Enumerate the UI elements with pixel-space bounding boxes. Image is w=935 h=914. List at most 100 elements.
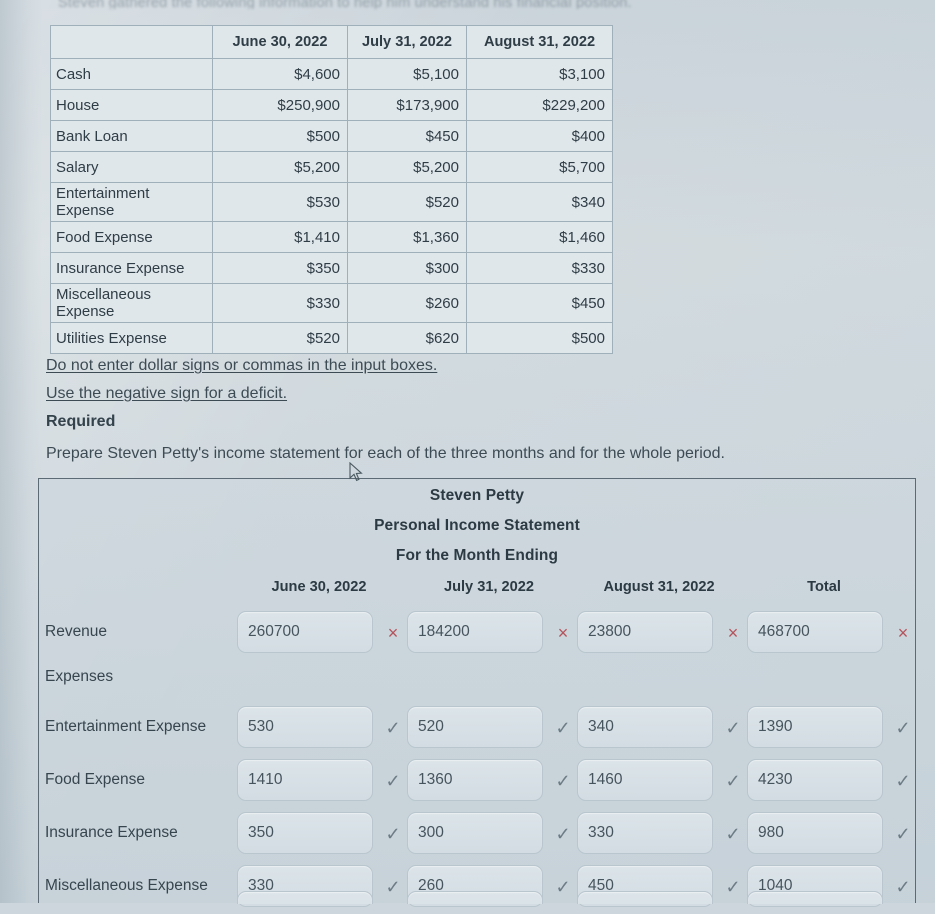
- row-amount: $330: [466, 252, 613, 284]
- correct-icon: ✓: [895, 771, 911, 791]
- row-amount: $4,600: [212, 58, 348, 90]
- row-amount: $450: [466, 283, 613, 323]
- incorrect-icon: ×: [387, 623, 399, 643]
- row-amount: $260: [347, 283, 467, 323]
- correct-icon: ✓: [555, 771, 571, 791]
- statement-cell: 980: [747, 812, 883, 854]
- row-amount: $250,900: [212, 89, 348, 121]
- amount-input[interactable]: 530: [237, 706, 373, 748]
- amount-input[interactable]: [237, 891, 373, 904]
- statement-cell: 340: [577, 706, 713, 748]
- correct-icon: ✓: [895, 824, 911, 844]
- row-amount: $5,200: [347, 151, 467, 183]
- amount-input[interactable]: 330: [577, 812, 713, 854]
- statement-cell: 468700: [747, 611, 883, 653]
- amount-input[interactable]: [577, 891, 713, 904]
- amount-input[interactable]: 340: [577, 706, 713, 748]
- row-label: Entertainment Expense: [50, 182, 213, 222]
- amount-input[interactable]: 184200: [407, 611, 543, 653]
- amount-input[interactable]: 520: [407, 706, 543, 748]
- table-row: Cash $4,600 $5,100 $3,100: [50, 58, 613, 90]
- statement-column-header-june: June 30, 2022: [271, 579, 367, 595]
- statement-expenses-section-header-row: Expenses: [39, 660, 915, 702]
- income-statement-panel: Steven Petty Personal Income Statement F…: [38, 478, 916, 907]
- statement-cell: 530: [237, 706, 373, 748]
- statement-title-name: Steven Petty: [429, 487, 525, 504]
- table-row: Bank Loan $500 $450 $400: [50, 120, 613, 152]
- table-row: Utilities Expense $520 $620 $500: [50, 322, 613, 354]
- amount-input[interactable]: 23800: [577, 611, 713, 653]
- amount-input[interactable]: 980: [747, 812, 883, 854]
- task-prompt: Prepare Steven Petty's income statement …: [46, 445, 725, 462]
- correct-icon: ✓: [895, 718, 911, 738]
- row-amount: $3,100: [466, 58, 613, 90]
- statement-row-label: Entertainment Expense: [45, 718, 207, 735]
- statement-cell: 260700: [237, 611, 373, 653]
- row-amount: $300: [347, 252, 467, 284]
- column-header-august: August 31, 2022: [466, 25, 613, 59]
- row-label: Salary: [50, 151, 213, 183]
- row-amount: $1,460: [466, 221, 613, 253]
- amount-input[interactable]: 1410: [237, 759, 373, 801]
- page-left-shadow: [0, 0, 42, 903]
- statement-cell: 1360: [407, 759, 543, 801]
- row-label: Cash: [50, 58, 213, 90]
- row-label: House: [50, 89, 213, 121]
- incorrect-icon: ×: [897, 623, 909, 643]
- statement-cell: 184200: [407, 611, 543, 653]
- correct-icon: ✓: [555, 824, 571, 844]
- statement-title-period: For the Month Ending: [395, 547, 559, 564]
- row-amount: $330: [212, 283, 348, 323]
- table-row: Food Expense $1,410 $1,360 $1,460: [50, 221, 613, 253]
- instructions-block: Do not enter dollar signs or commas in t…: [46, 358, 876, 462]
- amount-input[interactable]: 4230: [747, 759, 883, 801]
- amount-input[interactable]: 468700: [747, 611, 883, 653]
- row-amount: $1,410: [212, 221, 348, 253]
- row-amount: $400: [466, 120, 613, 152]
- row-amount: $340: [466, 182, 613, 222]
- statement-cell: 1390: [747, 706, 883, 748]
- amount-input[interactable]: 1390: [747, 706, 883, 748]
- table-row: Miscellaneous Expense $330 $260 $450: [50, 283, 613, 323]
- required-heading: Required: [46, 413, 116, 430]
- statement-cell: 1460: [577, 759, 713, 801]
- expenses-section-label: Expenses: [45, 668, 114, 685]
- amount-input[interactable]: [747, 891, 883, 904]
- statement-row: Miscellaneous Expense 330 ✓ 260 ✓ 450 ✓ 1040 ✓: [39, 861, 915, 914]
- statement-column-header-total: Total: [807, 579, 841, 595]
- row-label: Insurance Expense: [50, 252, 213, 284]
- correct-icon: ✓: [725, 771, 741, 791]
- financial-data-table: June 30, 2022 July 31, 2022 August 31, 2…: [50, 25, 613, 354]
- correct-icon: ✓: [725, 824, 741, 844]
- row-amount: $173,900: [347, 89, 467, 121]
- row-amount: $620: [347, 322, 467, 354]
- column-header-june: June 30, 2022: [212, 25, 348, 59]
- amount-input[interactable]: 350: [237, 812, 373, 854]
- amount-input[interactable]: 1360: [407, 759, 543, 801]
- column-header-blank: [50, 25, 213, 59]
- row-amount: $5,700: [466, 151, 613, 183]
- amount-input[interactable]: 1460: [577, 759, 713, 801]
- instruction-negative-sign: Use the negative sign for a deficit.: [46, 385, 288, 402]
- table-row: Entertainment Expense $530 $520 $340: [50, 182, 613, 222]
- statement-row: Food Expense 1410 ✓ 1360 ✓ 1460 ✓ 4230 ✓: [39, 755, 915, 808]
- financial-data-table-head: June 30, 2022 July 31, 2022 August 31, 2…: [50, 25, 613, 59]
- statement-cell: 1410: [237, 759, 373, 801]
- amount-input[interactable]: 300: [407, 812, 543, 854]
- correct-icon: ✓: [385, 718, 401, 738]
- amount-input[interactable]: 260700: [237, 611, 373, 653]
- correct-icon: ✓: [555, 718, 571, 738]
- statement-cell: 23800: [577, 611, 713, 653]
- amount-input[interactable]: [407, 891, 543, 904]
- table-row: Salary $5,200 $5,200 $5,700: [50, 151, 613, 183]
- correct-icon: ✓: [725, 718, 741, 738]
- statement-column-header-august: August 31, 2022: [603, 579, 715, 595]
- row-amount: $350: [212, 252, 348, 284]
- statement-row-label: Insurance Expense: [45, 824, 178, 841]
- statement-row: Revenue 260700 × 184200 × 23800 × 468700 ×: [39, 607, 915, 660]
- statement-cell: 520: [407, 706, 543, 748]
- row-amount: $520: [212, 322, 348, 354]
- row-label: Food Expense: [50, 221, 213, 253]
- row-amount: $500: [212, 120, 348, 152]
- row-label: Bank Loan: [50, 120, 213, 152]
